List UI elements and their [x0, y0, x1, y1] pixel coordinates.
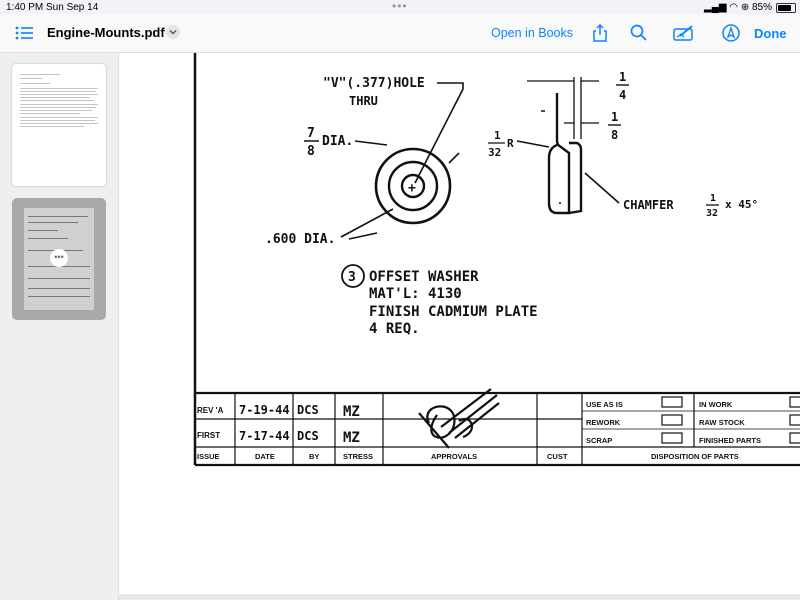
chamfer-angle: x 45°	[725, 198, 758, 211]
status-time: 1:40 PM	[6, 2, 44, 13]
share-icon[interactable]	[590, 23, 610, 43]
row2-date: 7-17-44	[239, 429, 290, 443]
more-options-icon[interactable]: •••	[50, 249, 68, 267]
row1-stress: MZ	[343, 404, 360, 420]
row1-issue: REV 'A	[197, 406, 224, 415]
battery-icon	[776, 3, 796, 13]
header-date: DATE	[255, 452, 275, 461]
status-date: Sun Sep 14	[46, 2, 99, 13]
thick1-den: 4	[619, 88, 626, 102]
dia-label: DIA.	[322, 134, 353, 149]
thick1-num: 1	[619, 70, 626, 84]
search-icon[interactable]	[629, 23, 649, 43]
disp-raw-stock: RAW STOCK	[699, 418, 745, 427]
thick2-num: 1	[611, 110, 618, 124]
multitasking-dots[interactable]: •••	[392, 0, 408, 13]
page-thumbnail-2-selected[interactable]: •••	[12, 198, 106, 320]
sidebar-list-icon[interactable]	[14, 24, 34, 42]
disp-scrap: SCRAP	[586, 436, 612, 445]
page-thumbnail-1[interactable]	[12, 64, 106, 186]
disp-in-work: IN WORK	[699, 400, 733, 409]
dia-frac-num: 7	[307, 126, 315, 141]
quantity: 4 REQ.	[369, 321, 420, 337]
center-mark: +	[408, 181, 416, 196]
small-dia-label: .600 DIA.	[265, 232, 335, 247]
row2-by: DCS	[297, 429, 319, 443]
dia-frac-den: 8	[307, 144, 315, 159]
horizontal-scrollbar[interactable]	[119, 594, 800, 600]
chamfer-label: CHAMFER	[623, 198, 674, 212]
washer-side-view	[547, 93, 571, 215]
thumbnail-sidebar: •••	[0, 53, 119, 600]
header-by: BY	[309, 452, 319, 461]
navigate-icon[interactable]	[721, 23, 741, 43]
chevron-down-icon[interactable]	[166, 25, 180, 39]
document-title[interactable]: Engine-Mounts.pdf	[47, 25, 165, 40]
open-in-books-button[interactable]: Open in Books	[491, 26, 573, 40]
wifi-icon: ◠	[729, 2, 739, 13]
markup-icon[interactable]	[672, 23, 696, 43]
radius-r: R	[507, 137, 514, 150]
status-right: ▂▄▆ ◠ ⊕ 85%	[704, 2, 772, 13]
pdf-page-view[interactable]: "V"(.377)HOLE THRU 7 8 DIA. + .600 DIA. …	[119, 53, 800, 600]
row1-date: 7-19-44	[239, 403, 290, 417]
chamfer-num: 1	[710, 193, 716, 204]
finish: FINISH CADMIUM PLATE	[369, 304, 538, 320]
material: MAT'L: 4130	[369, 286, 462, 302]
status-bar: 1:40 PM Sun Sep 14 ••• ▂▄▆ ◠ ⊕ 85%	[0, 0, 800, 14]
header-issue: ISSUE	[197, 452, 220, 461]
row2-issue: FIRST	[197, 431, 220, 440]
part-number: 3	[348, 270, 356, 285]
done-button[interactable]: Done	[754, 26, 787, 41]
header-stress: STRESS	[343, 452, 373, 461]
signal-icon: ▂▄▆	[704, 2, 727, 13]
header-approvals: APPROVALS	[431, 452, 477, 461]
disp-footer: DISPOSITION OF PARTS	[651, 452, 739, 461]
chamfer-den: 32	[706, 208, 718, 219]
toolbar: Engine-Mounts.pdf Open in Books Done	[0, 14, 800, 53]
hole-note: "V"(.377)HOLE	[323, 76, 425, 91]
disp-rework: REWORK	[586, 418, 621, 427]
thru-label: THRU	[349, 94, 378, 108]
orientation-lock-icon: ⊕	[740, 2, 750, 13]
radius-num: 1	[494, 129, 501, 142]
hole-leader	[414, 82, 464, 184]
engineering-drawing: "V"(.377)HOLE THRU 7 8 DIA. + .600 DIA. …	[193, 53, 800, 467]
thick2-den: 8	[611, 128, 618, 142]
row2-stress: MZ	[343, 430, 360, 446]
row1-by: DCS	[297, 403, 319, 417]
radius-den: 32	[488, 146, 501, 159]
header-cust: CUST	[547, 452, 568, 461]
disp-finished-parts: FINISHED PARTS	[699, 436, 761, 445]
part-name: OFFSET WASHER	[369, 269, 479, 285]
battery-percent: 85%	[751, 2, 772, 13]
disp-use-as-is: USE AS IS	[586, 400, 623, 409]
